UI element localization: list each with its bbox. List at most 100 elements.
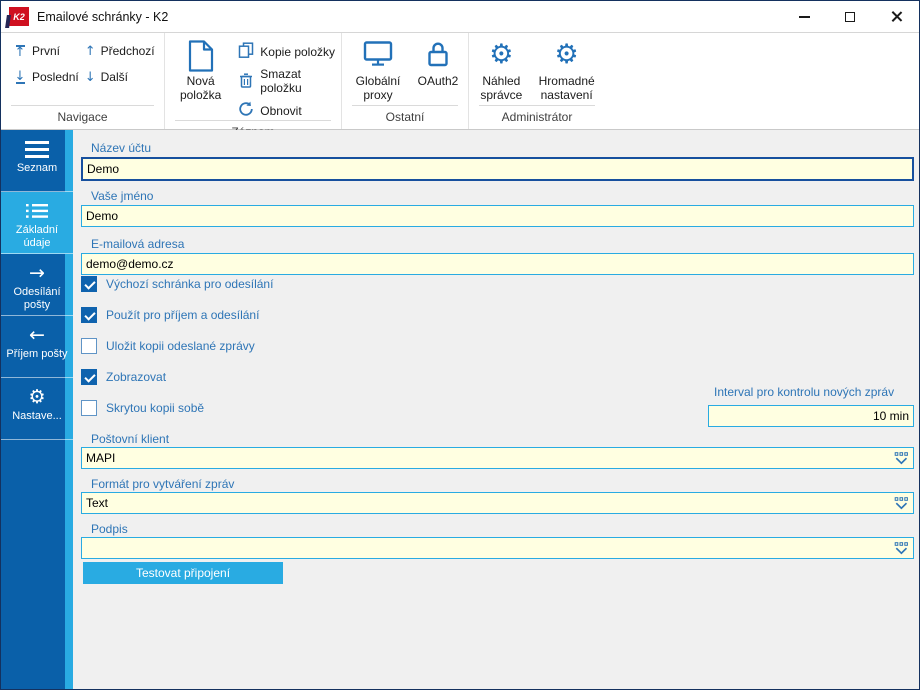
checkbox-label: Výchozí schránka pro odesílání xyxy=(106,277,273,291)
account-form: Název účtu Vaše jméno E-mailová adresa V… xyxy=(73,130,919,689)
field-label-email-adresa: E-mailová adresa xyxy=(81,238,914,251)
minimize-icon xyxy=(799,16,810,18)
ribbon-group-label-administrator: Administrátor xyxy=(479,105,595,129)
first-record-icon: ↑ xyxy=(13,45,27,58)
titlebar: K2 Emailové schránky - K2 xyxy=(1,1,919,33)
checkbox[interactable] xyxy=(81,400,97,416)
checkbox-row-vychozi-schranka[interactable]: Výchozí schránka pro odesílání xyxy=(81,275,914,293)
mail-client-dropdown[interactable]: MAPI xyxy=(81,447,914,469)
window-title: Emailové schránky - K2 xyxy=(37,10,168,24)
close-button[interactable] xyxy=(873,1,919,32)
new-document-icon xyxy=(188,40,214,74)
interval-input[interactable] xyxy=(708,405,914,427)
sidebar-item-zakladni-udaje[interactable]: Základní údaje xyxy=(1,192,73,254)
bulk-settings-label: Hromadné nastavení xyxy=(532,74,602,102)
previous-button[interactable]: ↑ Předchozí xyxy=(85,44,155,58)
delete-item-button[interactable]: Smazat položku xyxy=(238,67,341,95)
copy-item-button[interactable]: Kopie položky xyxy=(238,42,341,61)
admin-preview-button[interactable]: ⚙ Náhled správce xyxy=(472,33,530,105)
previous-button-label: Předchozí xyxy=(101,44,155,58)
field-label-vase-jmeno: Vaše jméno xyxy=(81,190,914,203)
gear-icon: ⚙ xyxy=(28,387,45,407)
window-controls xyxy=(781,1,919,32)
interval-field-group: Interval pro kontrolu nových zpráv xyxy=(708,386,914,427)
first-button-label: První xyxy=(32,44,60,58)
global-proxy-label: Globální proxy xyxy=(346,74,410,102)
checkbox-label: Použít pro příjem a odesílání xyxy=(106,308,259,322)
sidebar-item-prijem-posty[interactable]: ← Příjem pošty xyxy=(1,316,73,378)
refresh-button[interactable]: Obnovit xyxy=(238,101,341,120)
sidebar-item-label: Příjem pošty xyxy=(4,348,69,361)
oauth2-button[interactable]: OAuth2 xyxy=(412,33,464,105)
dropdown-chevron-icon[interactable] xyxy=(894,542,909,555)
sidebar-item-label: Seznam xyxy=(15,162,59,175)
arrow-left-icon: ← xyxy=(29,325,45,345)
ribbon-toolbar: ↑ První ↓ Poslední ↑ Předchozí ↓ Další xyxy=(1,33,919,130)
k2-logo-icon: K2 xyxy=(9,7,29,26)
checkbox-label: Zobrazovat xyxy=(106,370,166,384)
ribbon-group-administrator: ⚙ Náhled správce ⚙ Hromadné nastavení Ad… xyxy=(468,33,605,129)
dropdown-chevron-icon[interactable] xyxy=(894,497,909,510)
next-button[interactable]: ↓ Další xyxy=(85,70,155,84)
sidebar-item-label: Odesílání pošty xyxy=(1,286,73,312)
sidebar-item-seznam[interactable]: Seznam xyxy=(1,130,73,192)
dropdown-chevron-icon[interactable] xyxy=(894,452,909,465)
checkbox-label: Skrytou kopii sobě xyxy=(106,401,204,415)
checkbox[interactable] xyxy=(81,338,97,354)
maximize-icon xyxy=(845,12,855,22)
field-label-podpis: Podpis xyxy=(81,523,914,536)
trash-icon xyxy=(238,72,254,91)
sidebar: Seznam Základní údaje → Odesílání pošty … xyxy=(1,130,73,689)
last-record-icon: ↓ xyxy=(13,71,27,84)
app-window: K2 Emailové schránky - K2 ↑ První ↓ Posl… xyxy=(0,0,920,690)
new-item-button[interactable]: Nová položka xyxy=(171,33,230,120)
detail-list-icon xyxy=(26,201,48,221)
ribbon-group-label-navigace: Navigace xyxy=(11,105,154,129)
signature-dropdown[interactable] xyxy=(81,537,914,559)
close-icon xyxy=(890,10,903,23)
lock-icon xyxy=(426,40,450,74)
email-address-input[interactable] xyxy=(81,253,914,275)
delete-item-label: Smazat položku xyxy=(260,67,341,95)
checkbox-label: Uložit kopii odeslané zprávy xyxy=(106,339,255,353)
sidebar-item-label: Základní údaje xyxy=(1,224,73,250)
checkbox[interactable] xyxy=(81,307,97,323)
checkbox[interactable] xyxy=(81,276,97,292)
sidebar-item-odesilani-posty[interactable]: → Odesílání pošty xyxy=(1,254,73,316)
bulk-settings-button[interactable]: ⚙ Hromadné nastavení xyxy=(532,33,602,105)
global-proxy-button[interactable]: Globální proxy xyxy=(346,33,410,105)
new-item-label: Nová položka xyxy=(171,74,230,102)
checkbox-row-ulozit-kopii[interactable]: Uložit kopii odeslané zprávy xyxy=(81,337,914,355)
next-button-label: Další xyxy=(101,70,128,84)
checkbox-row-pouzit-pro-prijem[interactable]: Použít pro příjem a odesílání xyxy=(81,306,914,324)
ribbon-group-ostatni: Globální proxy OAuth2 Ostatní xyxy=(341,33,468,129)
checkbox[interactable] xyxy=(81,369,97,385)
gear-icon: ⚙ xyxy=(489,40,513,74)
copy-icon xyxy=(238,42,254,61)
refresh-icon xyxy=(238,101,254,120)
refresh-label: Obnovit xyxy=(260,104,301,118)
maximize-button[interactable] xyxy=(827,1,873,32)
gear-icon: ⚙ xyxy=(555,40,579,74)
sidebar-item-nastaveni[interactable]: ⚙ Nastave... xyxy=(1,378,73,440)
dropdown-value: MAPI xyxy=(86,451,894,465)
checkbox-row-zobrazovat[interactable]: Zobrazovat xyxy=(81,368,914,386)
arrow-right-icon: → xyxy=(29,263,45,283)
test-connection-button[interactable]: Testovat připojení xyxy=(83,562,283,584)
admin-preview-label: Náhled správce xyxy=(472,74,530,102)
field-label-interval: Interval pro kontrolu nových zpráv xyxy=(708,386,914,399)
your-name-input[interactable] xyxy=(81,205,914,227)
arrow-down-icon: ↓ xyxy=(85,72,96,83)
first-button[interactable]: ↑ První xyxy=(13,44,79,58)
account-name-input[interactable] xyxy=(81,157,914,181)
minimize-button[interactable] xyxy=(781,1,827,32)
message-format-dropdown[interactable]: Text xyxy=(81,492,914,514)
main-panel: Název účtu Vaše jméno E-mailová adresa V… xyxy=(73,130,919,689)
field-label-nazev-uctu: Název účtu xyxy=(81,142,914,155)
oauth2-label: OAuth2 xyxy=(418,74,459,88)
field-label-postovni-klient: Poštovní klient xyxy=(81,433,914,446)
arrow-up-icon: ↑ xyxy=(85,46,96,57)
last-button-label: Poslední xyxy=(32,70,79,84)
last-button[interactable]: ↓ Poslední xyxy=(13,70,79,84)
copy-item-label: Kopie položky xyxy=(260,45,335,59)
